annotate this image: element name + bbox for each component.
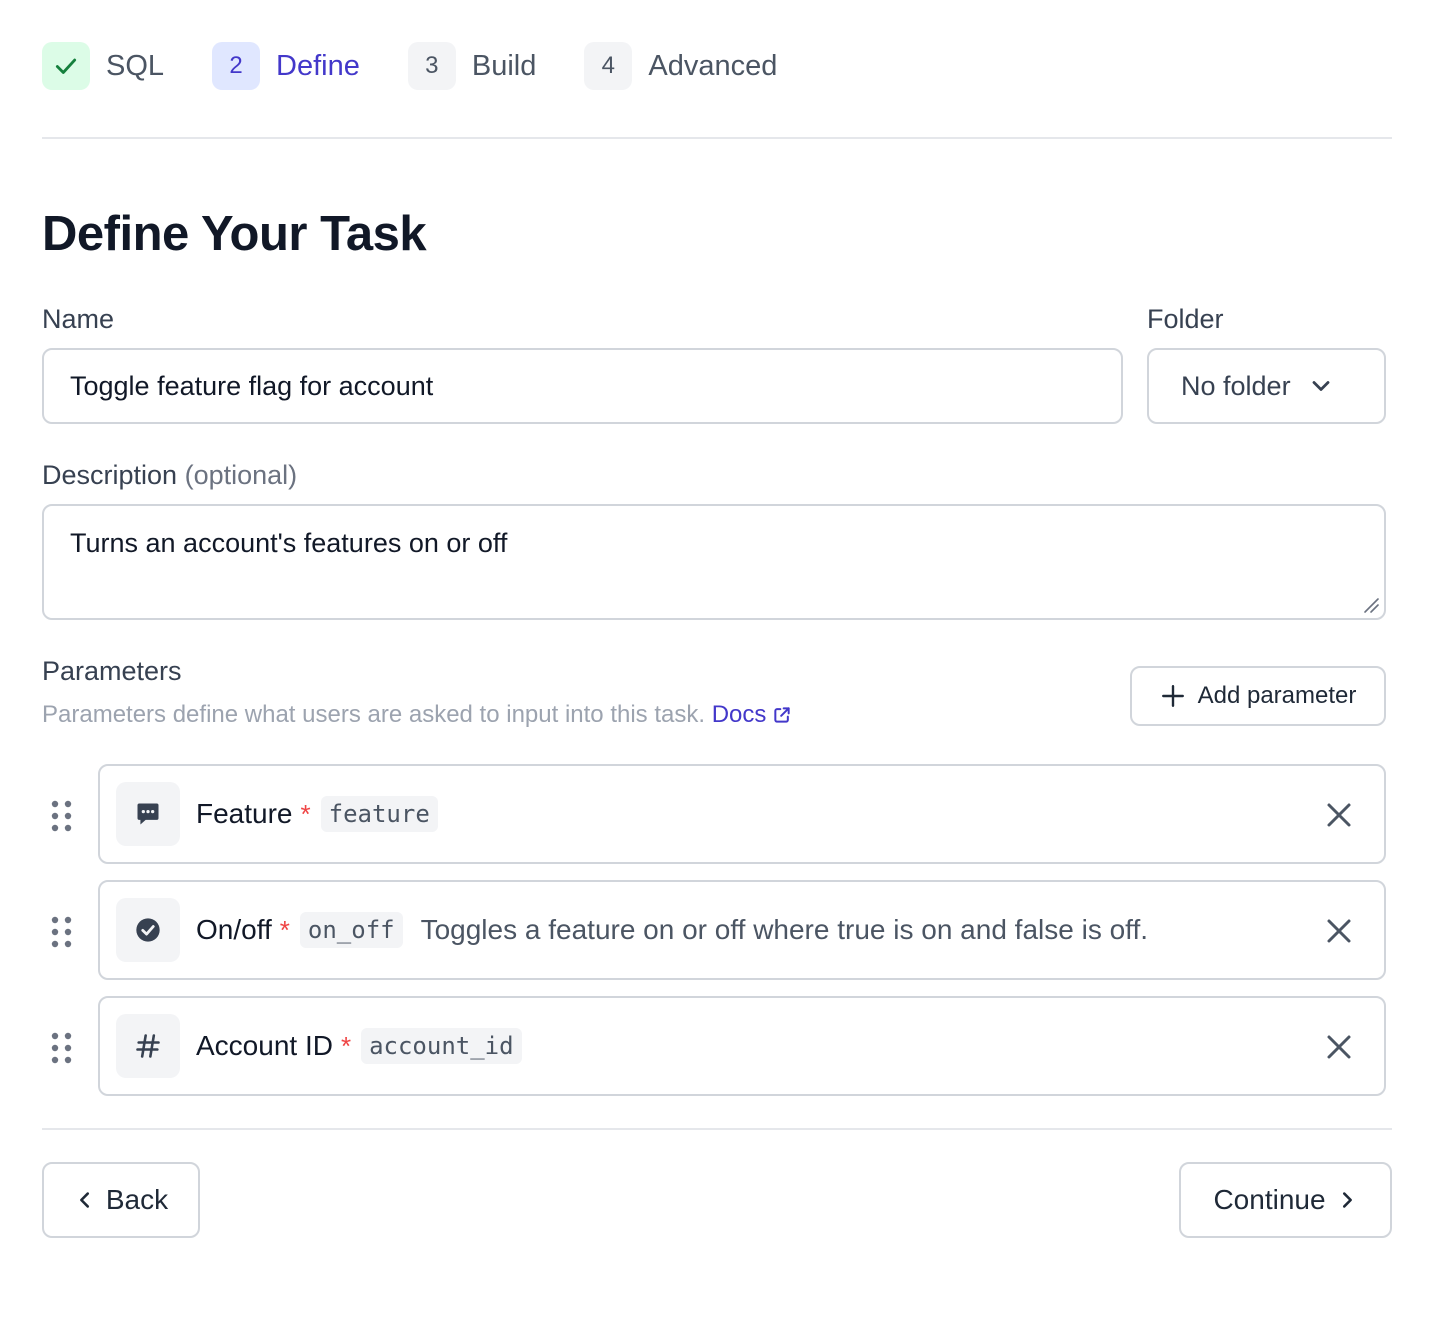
parameter-key: on_off (299, 912, 403, 948)
footer-divider (42, 1128, 1392, 1130)
step-define-badge: 2 (212, 42, 261, 90)
docs-link[interactable]: Docs (712, 701, 793, 729)
step-build[interactable]: 3 Build (407, 42, 537, 90)
parameters-help-text: Parameters define what users are asked t… (42, 701, 706, 728)
parameters-title: Parameters (42, 656, 182, 686)
parameter-key: account_id (361, 1028, 522, 1064)
parameter-row-account-id: Account ID * account_id (42, 996, 1386, 1096)
close-icon[interactable] (1324, 916, 1354, 946)
back-button-label: Back (105, 1184, 169, 1215)
parameter-type-icon (116, 898, 180, 962)
step-advanced-label: Advanced (648, 49, 778, 82)
chevron-down-icon (1312, 381, 1329, 391)
parameter-type-icon (116, 1014, 180, 1078)
continue-button[interactable]: Continue (1179, 1162, 1392, 1238)
name-input-value: Toggle feature flag for account (70, 370, 434, 401)
step-advanced-badge: 4 (584, 42, 633, 90)
back-button[interactable]: Back (42, 1162, 200, 1238)
docs-link-label: Docs (711, 701, 767, 728)
name-input[interactable]: Toggle feature flag for account (42, 348, 1123, 424)
parameter-name: Account ID (196, 1030, 333, 1061)
continue-button-label: Continue (1213, 1184, 1326, 1215)
check-icon (55, 58, 77, 74)
hash-icon (136, 1034, 160, 1058)
parameters-help: Parameters define what users are asked t… (42, 701, 792, 729)
parameter-row-on-off: On/off * on_off Toggles a feature on or … (42, 880, 1386, 980)
step-build-label: Build (471, 49, 537, 82)
parameter-card[interactable]: Feature * feature (98, 764, 1386, 864)
add-parameter-button[interactable]: Add parameter (1130, 666, 1386, 726)
parameter-card[interactable]: On/off * on_off Toggles a feature on or … (98, 880, 1386, 980)
resize-handle-icon[interactable] (1362, 596, 1380, 614)
parameter-key: feature (320, 796, 438, 832)
parameter-card[interactable]: Account ID * account_id (98, 996, 1386, 1096)
chevron-right-icon (1342, 1192, 1352, 1208)
header-divider (42, 137, 1392, 139)
add-parameter-label: Add parameter (1197, 682, 1357, 709)
external-link-icon (774, 707, 791, 723)
required-mark: * (300, 798, 311, 829)
step-build-badge: 3 (407, 42, 456, 90)
name-label: Name (42, 304, 115, 334)
description-textarea-value: Turns an account's features on or off (70, 528, 508, 558)
stepper: SQL 2 Define 3 Build 4 Advanced (42, 42, 825, 90)
chevron-left-icon (79, 1192, 89, 1208)
step-advanced[interactable]: 4 Advanced (584, 42, 777, 90)
description-label-text: Description (42, 460, 178, 490)
step-sql-label: SQL (106, 49, 165, 82)
step-sql[interactable]: SQL (42, 42, 164, 90)
description-optional: (optional) (184, 460, 298, 490)
required-mark: * (279, 914, 290, 945)
parameter-name: Feature (196, 798, 293, 829)
folder-select[interactable]: No folder (1147, 348, 1386, 424)
description-textarea[interactable]: Turns an account's features on or off (42, 504, 1386, 620)
page-title: Define Your Task (42, 207, 427, 261)
parameter-name: On/off (196, 914, 272, 945)
folder-label: Folder (1147, 304, 1224, 334)
drag-handle-icon[interactable] (50, 1031, 74, 1065)
parameter-description: Toggles a feature on or off where true i… (420, 914, 1149, 945)
close-icon[interactable] (1324, 1032, 1354, 1062)
step-sql-badge (42, 42, 90, 90)
step-define-label: Define (276, 49, 360, 82)
plus-icon (1161, 685, 1184, 707)
parameter-row-feature: Feature * feature (42, 764, 1386, 864)
step-define[interactable]: 2 Define (212, 42, 360, 90)
check-circle-icon (136, 918, 160, 942)
description-label: Description (optional) (42, 460, 297, 491)
drag-handle-icon[interactable] (50, 799, 74, 833)
folder-select-value: No folder (1181, 370, 1291, 401)
parameter-type-icon (116, 782, 180, 846)
required-mark: * (340, 1030, 352, 1061)
close-icon[interactable] (1324, 800, 1354, 830)
chat-bubble-icon (137, 803, 159, 825)
drag-handle-icon[interactable] (50, 915, 74, 949)
